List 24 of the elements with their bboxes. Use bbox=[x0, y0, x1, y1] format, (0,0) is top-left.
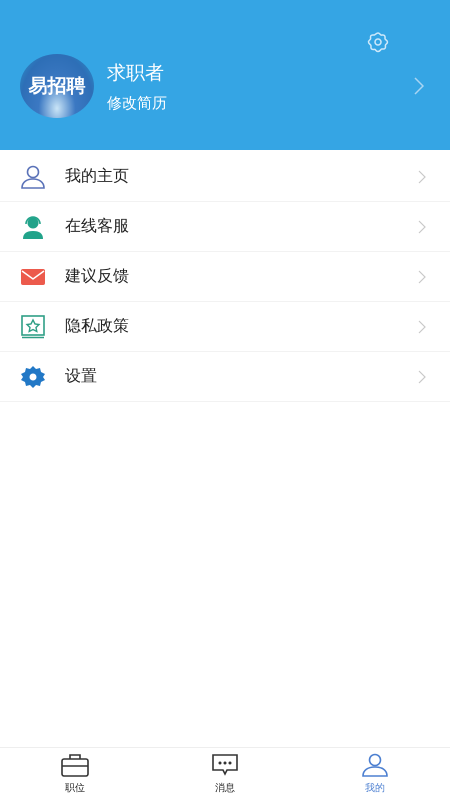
menu-item[interactable]: 设置 bbox=[0, 352, 450, 402]
user-name: 求职者 bbox=[107, 60, 165, 86]
chevron-icon bbox=[418, 170, 426, 184]
menu-item[interactable]: 在线客服 bbox=[0, 202, 450, 252]
chevron-icon bbox=[418, 370, 426, 384]
chat-icon bbox=[211, 753, 239, 777]
briefcase-icon bbox=[61, 753, 89, 777]
star-book-icon bbox=[20, 314, 46, 338]
person-icon bbox=[361, 753, 389, 777]
headset-person-icon bbox=[20, 214, 46, 238]
chevron-icon bbox=[418, 220, 426, 234]
settings-icon[interactable] bbox=[366, 30, 390, 54]
settings-icon bbox=[20, 364, 46, 388]
chevron-icon bbox=[418, 270, 426, 284]
app-logo: 易招聘 bbox=[20, 54, 94, 118]
menu-item[interactable]: 隐私政策 bbox=[0, 302, 450, 352]
menu-item[interactable]: 建议反馈 bbox=[0, 252, 450, 302]
tab[interactable]: 消息 bbox=[150, 748, 300, 800]
chevron-icon bbox=[418, 320, 426, 334]
tab[interactable]: 职位 bbox=[0, 748, 150, 800]
person-icon bbox=[20, 164, 46, 188]
chevron-icon[interactable] bbox=[414, 77, 424, 95]
tab[interactable]: 我的 bbox=[300, 748, 450, 800]
menu-item[interactable]: 我的主页 bbox=[0, 152, 450, 202]
